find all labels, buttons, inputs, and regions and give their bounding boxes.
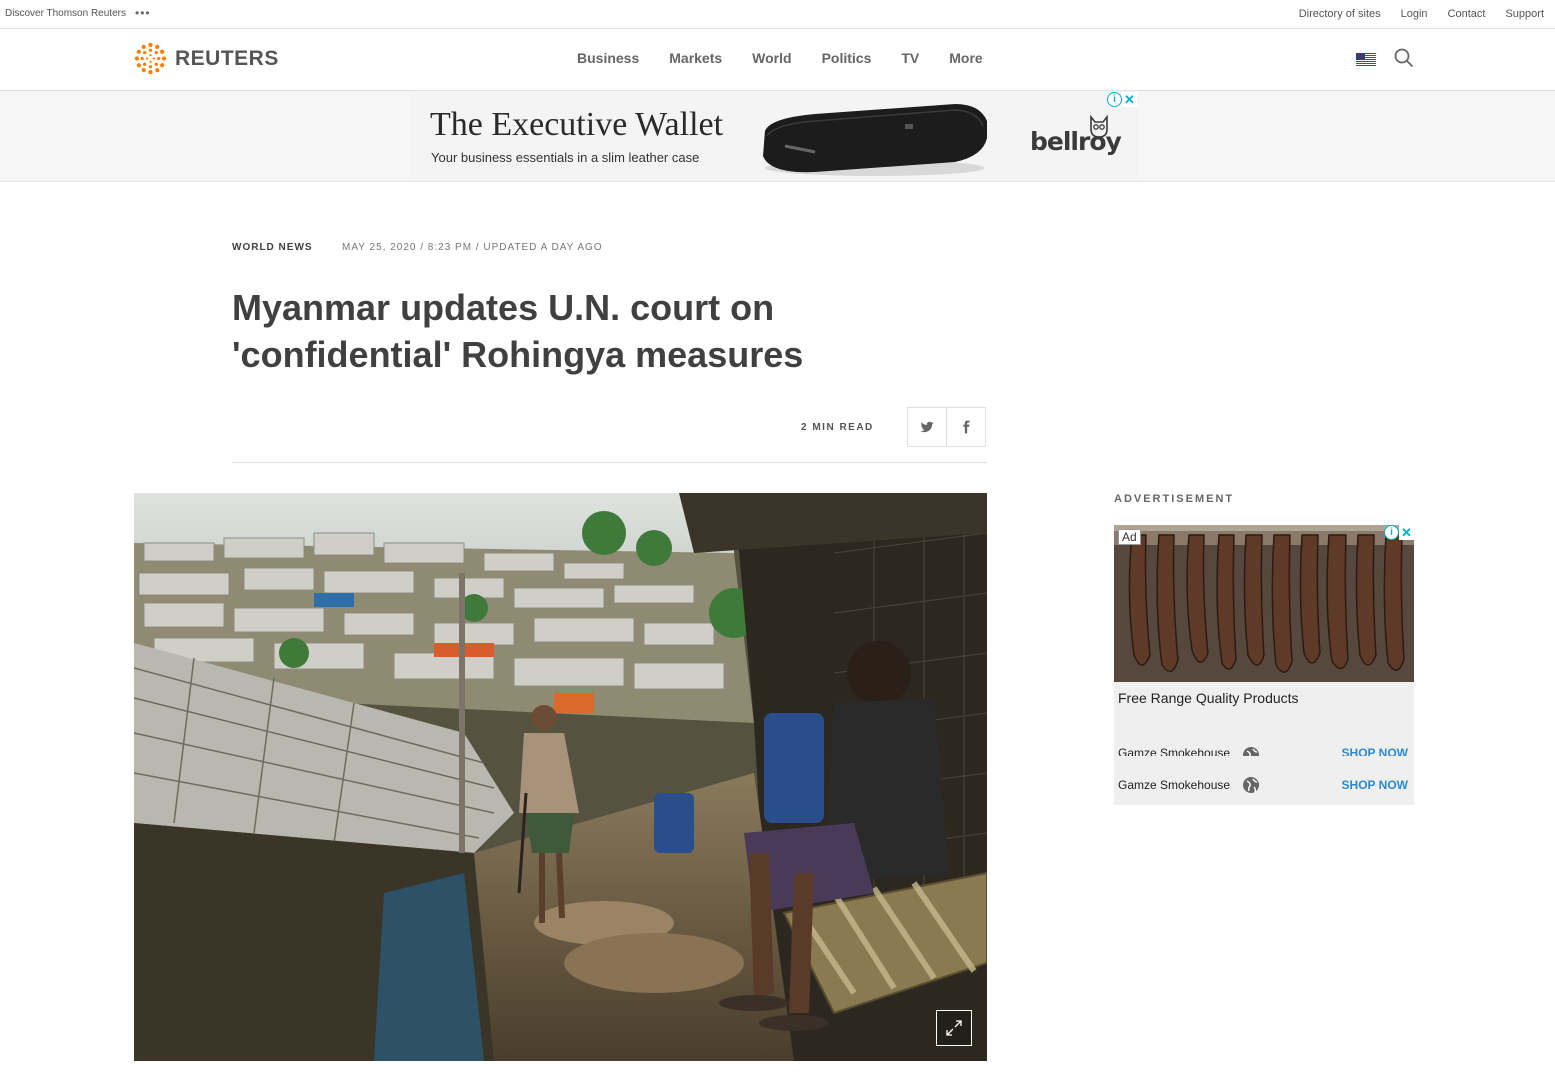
expand-photo-button[interactable] [936,1010,972,1046]
directory-of-sites-link[interactable]: Directory of sites [1299,8,1381,20]
twitter-icon [920,421,934,433]
shop-now-button[interactable]: SHOP NOW [1342,778,1408,792]
nav-business[interactable]: Business [577,50,639,66]
dateline: MAY 25, 2020 / 8:23 PM / UPDATED A DAY A… [342,242,603,253]
sausages-illustration [1114,525,1414,682]
banner-adchoices[interactable]: i ✕ [1107,92,1137,107]
banner-ad-headline: The Executive Wallet [430,106,724,143]
share-facebook-button[interactable] [946,407,986,447]
sausages-image [1114,525,1414,682]
ad-product-text: Free Range Quality Products [1118,690,1299,706]
login-link[interactable]: Login [1401,8,1428,20]
share-twitter-button[interactable] [907,407,947,447]
article-title-line-1: Myanmar updates U.N. court on [232,287,775,328]
nav-markets[interactable]: Markets [669,50,722,66]
nav-politics[interactable]: Politics [822,50,872,66]
close-ad-icon[interactable]: ✕ [1122,92,1137,107]
article-title: Myanmar updates U.N. court on 'confident… [232,284,932,378]
reuters-logo[interactable]: REUTERS [134,42,279,75]
article-photo[interactable] [134,493,987,1061]
main-nav: Business Markets World Politics TV More [577,50,983,66]
ad-tag: Ad [1118,529,1141,545]
wallet-image [763,104,987,176]
adchoices-info-icon[interactable]: i [1384,525,1399,540]
nav-tv[interactable]: TV [901,50,919,66]
utility-bar: Discover Thomson Reuters ••• Directory o… [0,0,1555,29]
support-link[interactable]: Support [1505,8,1544,20]
ad-row: Gamze Smokehouse SHOP NOW [1114,776,1414,794]
nav-more[interactable]: More [949,50,982,66]
banner-ad-strip: The Executive Wallet Your business essen… [0,91,1555,182]
advertisement-label: ADVERTISEMENT [1114,493,1235,505]
utility-links: Directory of sites Login Contact Support [1299,8,1544,20]
owl-logo-icon [1090,114,1108,138]
banner-ad-tagline: Your business essentials in a slim leath… [431,150,700,165]
article-title-line-2: 'confidential' Rohingya measures [232,334,804,375]
nav-world[interactable]: World [752,50,791,66]
search-icon[interactable] [1394,48,1414,68]
site-header: REUTERS Business Markets World Politics … [0,29,1555,91]
advertiser-name-partial: Gamze Smokehouse [1118,746,1231,756]
close-ad-icon[interactable]: ✕ [1399,525,1414,540]
adchoices-info-icon[interactable]: i [1107,92,1122,107]
banner-ad[interactable]: The Executive Wallet Your business essen… [410,91,1138,181]
logo-wordmark: REUTERS [175,46,279,70]
advertiser-name: Gamze Smokehouse [1118,778,1231,792]
discover-thomson-reuters-link[interactable]: Discover Thomson Reuters [5,8,126,19]
contact-link[interactable]: Contact [1448,8,1486,20]
globe-icon [1243,777,1259,793]
reuters-logo-mark-icon [134,42,167,75]
read-time: 2 MIN READ [801,422,874,433]
more-sites-menu[interactable]: ••• [135,6,151,20]
facebook-icon [963,420,970,434]
sidebar-ad[interactable]: Ad Free Range Quality Products Gamze Smo… [1114,525,1414,805]
refugee-camp-photo [134,493,987,1061]
globe-icon [1243,747,1259,756]
ad-row-partial: Gamze Smokehouse SHOP NOW [1114,746,1414,756]
sidebar-adchoices[interactable]: i ✕ [1384,525,1414,540]
expand-icon [946,1020,962,1036]
shop-now-button-partial[interactable]: SHOP NOW [1342,746,1408,756]
section-label[interactable]: WORLD NEWS [232,242,313,253]
header-divider [232,462,987,463]
us-flag-icon[interactable] [1356,53,1376,66]
